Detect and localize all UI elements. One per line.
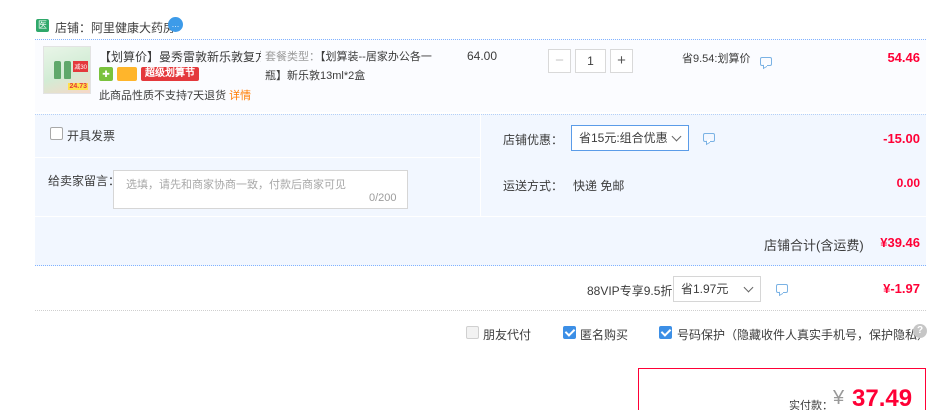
bottle-icon — [54, 61, 61, 79]
shipping-label: 运送方式： — [503, 179, 564, 193]
return-policy-notice: 此商品性质不支持7天退货 详情 — [99, 87, 251, 103]
friend-pay-checkbox[interactable] — [466, 326, 479, 339]
unit-price: 64.00 — [467, 49, 498, 63]
invoice-checkbox[interactable] — [50, 127, 63, 140]
item-subtotal: 54.46 — [887, 50, 920, 65]
quantity-increase-button[interactable]: + — [610, 49, 633, 73]
friend-pay-label[interactable]: 朋友代付 — [483, 326, 531, 343]
panel-divider — [480, 114, 481, 217]
product-thumbnail[interactable]: 减30 24.73 — [43, 46, 91, 94]
chevron-down-icon — [743, 282, 754, 293]
card-badge-icon — [117, 67, 137, 81]
health-badge-icon: ✚ — [99, 67, 113, 81]
seller-message-label: 给卖家留言： — [48, 174, 121, 188]
thumb-discount-tag: 减30 — [73, 61, 88, 72]
comment-icon[interactable] — [703, 133, 715, 142]
anonymous-label[interactable]: 匿名购买 — [580, 326, 628, 343]
comment-icon[interactable] — [760, 57, 772, 66]
panel-divider — [35, 157, 481, 158]
panel-divider — [35, 216, 926, 217]
invoice-label[interactable]: 开具发票 — [67, 127, 115, 144]
thumb-price-tag: 24.73 — [68, 83, 88, 90]
product-title-link[interactable]: 【划算价】曼秀雷敦新乐敦复方... — [99, 48, 261, 65]
payment-label: 实付款： — [789, 400, 833, 410]
shipping-method: 快递 免邮 — [573, 179, 625, 193]
comment-icon[interactable] — [776, 284, 788, 293]
section-divider — [35, 310, 926, 311]
vip-discount-label: 88VIP专享9.5折 — [587, 284, 673, 298]
vip-discount-select[interactable]: 省1.97元 — [673, 276, 761, 302]
shop-coupon-selected: 省15元:组合优惠 — [579, 131, 668, 145]
number-protect-checkbox[interactable] — [659, 326, 672, 339]
vip-discount-value: ¥-1.97 — [883, 281, 920, 296]
seller-message-placeholder: 选填，请先和商家协商一致，付款后商家可见 — [126, 179, 346, 191]
chevron-down-icon — [671, 131, 682, 142]
quantity-decrease-button[interactable]: − — [548, 49, 571, 73]
shop-name[interactable]: 店铺：阿里健康大药房 — [55, 19, 175, 36]
sku-label: 套餐类型： — [265, 51, 320, 63]
bottle-icon — [64, 61, 71, 79]
item-saving-text: 省9.54:划算价 — [682, 53, 751, 65]
shipping-fee: 0.00 — [896, 176, 920, 190]
sku-info: 套餐类型：【划算装--居家办公各一瓶】新乐敦13ml*2盒 — [265, 48, 440, 86]
promo-badge: 超级划算节 — [141, 67, 199, 81]
return-policy-text: 此商品性质不支持7天退货 — [99, 90, 227, 102]
panel-bottom-border — [35, 265, 926, 266]
help-icon[interactable]: ? — [913, 324, 927, 338]
vip-discount-selected: 省1.97元 — [681, 282, 729, 296]
anonymous-checkbox[interactable] — [563, 326, 576, 339]
shop-coupon-select[interactable]: 省15元:组合优惠 — [571, 125, 689, 151]
shop-total-label: 店铺合计(含运费) — [764, 238, 864, 253]
shop-coupon-label: 店铺优惠： — [503, 133, 564, 147]
seller-message-char-count: 0/200 — [369, 192, 397, 204]
return-policy-detail-link[interactable]: 详情 — [229, 90, 251, 102]
payment-amount: 37.49 — [852, 385, 913, 410]
shop-type-icon: 医 — [36, 19, 49, 32]
number-protect-label[interactable]: 号码保护（隐藏收件人真实手机号，保护隐私） — [677, 326, 929, 343]
shop-coupon-value: -15.00 — [883, 131, 920, 146]
shop-total-value: ¥39.46 — [880, 235, 920, 250]
wangwang-chat-icon[interactable]: … — [168, 17, 183, 32]
quantity-input[interactable]: 1 — [575, 49, 606, 73]
payment-currency: ¥ — [833, 387, 845, 409]
